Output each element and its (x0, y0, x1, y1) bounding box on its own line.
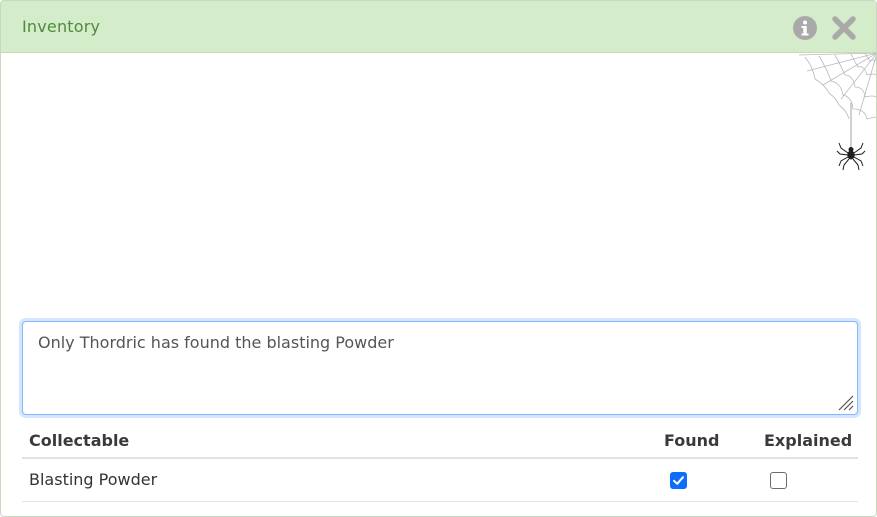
column-header-collectable: Collectable (29, 431, 130, 450)
found-checkbox[interactable] (670, 472, 687, 489)
dialog-titlebar: Inventory (1, 1, 876, 53)
table-header: Collectable Found Explained (22, 425, 858, 459)
close-icon[interactable] (831, 15, 857, 41)
table-row: Blasting Powder (22, 459, 858, 502)
collectables-table: Collectable Found Explained Blasting Pow… (22, 425, 858, 502)
column-header-found: Found (664, 431, 720, 450)
info-icon[interactable] (792, 15, 818, 41)
column-header-explained: Explained (764, 431, 853, 450)
spider-web-icon (798, 53, 876, 171)
dialog-title: Inventory (22, 17, 101, 36)
collectable-name: Blasting Powder (29, 470, 158, 489)
inventory-dialog: Inventory Only Thordric has found the bl… (0, 0, 877, 517)
explained-checkbox[interactable] (770, 472, 787, 489)
resize-grip-icon[interactable] (836, 393, 854, 411)
note-textarea[interactable] (22, 321, 858, 415)
